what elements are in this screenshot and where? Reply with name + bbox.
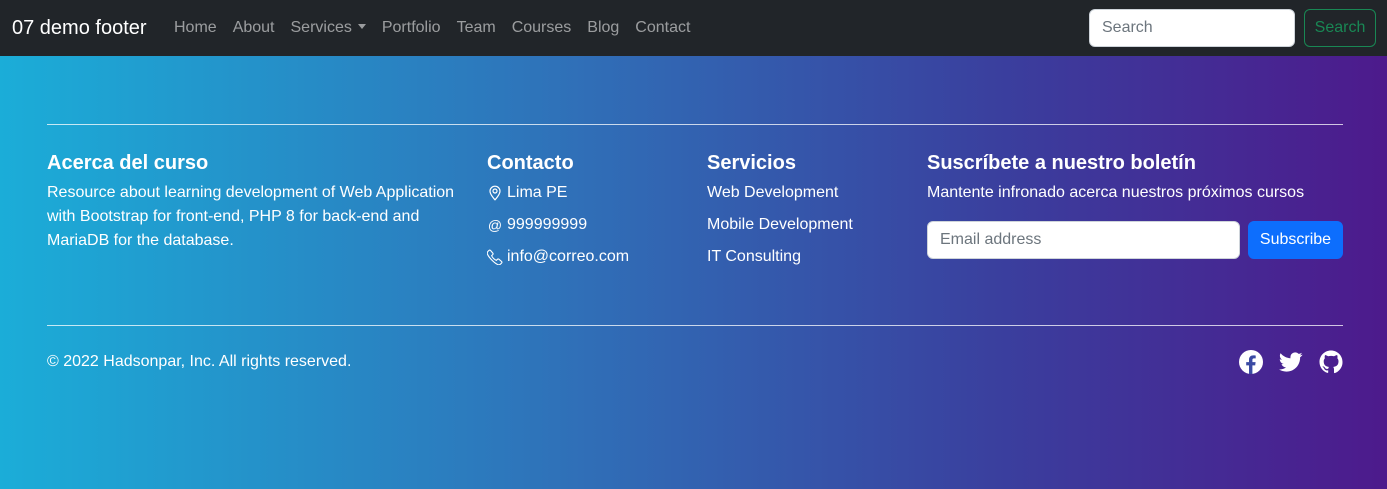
top-navbar: 07 demo footer Home About Services Portf… xyxy=(0,0,1387,56)
facebook-icon[interactable] xyxy=(1239,350,1263,374)
at-icon: @ xyxy=(487,217,503,233)
about-title: Acerca del curso xyxy=(47,152,209,174)
nav-link-home[interactable]: Home xyxy=(166,16,225,40)
caret-down-icon xyxy=(357,24,366,29)
about-text: Resource about learning development of W… xyxy=(47,184,455,249)
search-button[interactable]: Search xyxy=(1304,9,1376,47)
footer-bottom-divider xyxy=(47,325,1343,326)
nav-link-about[interactable]: About xyxy=(225,16,283,40)
nav-link-contact[interactable]: Contact xyxy=(627,16,698,40)
github-icon[interactable] xyxy=(1319,350,1343,374)
search-input[interactable] xyxy=(1089,9,1295,47)
nav-link-portfolio[interactable]: Portfolio xyxy=(374,16,449,40)
contact-location-text: Lima PE xyxy=(507,184,568,201)
geo-alt-icon xyxy=(487,185,503,201)
navbar-brand[interactable]: 07 demo footer xyxy=(12,15,147,41)
newsletter-text: Mantente infronado acerca nuestros próxi… xyxy=(927,184,1305,201)
nav-link-blog[interactable]: Blog xyxy=(579,16,627,40)
nav-link-team[interactable]: Team xyxy=(449,16,504,40)
service-link-consulting[interactable]: IT Consulting xyxy=(707,245,801,269)
services-title: Servicios xyxy=(707,152,796,174)
subscribe-button[interactable]: Subscribe xyxy=(1248,221,1343,259)
newsletter-title: Suscríbete a nuestro boletín xyxy=(927,152,1196,174)
service-link-mobile[interactable]: Mobile Development xyxy=(707,213,853,237)
nav-links: Home About Services Portfolio Team Cours… xyxy=(166,0,698,56)
newsletter-email-input[interactable] xyxy=(927,221,1240,259)
contact-location: Lima PE xyxy=(487,181,567,205)
contact-phone: @ 999999999 xyxy=(487,213,587,237)
contact-title: Contacto xyxy=(487,152,574,174)
nav-dropdown-services[interactable]: Services xyxy=(283,16,374,40)
nav-link-services-label: Services xyxy=(290,19,352,36)
nav-link-courses[interactable]: Courses xyxy=(504,16,580,40)
contact-phone-text: 999999999 xyxy=(507,216,588,233)
twitter-icon[interactable] xyxy=(1279,350,1303,374)
service-link-web[interactable]: Web Development xyxy=(707,181,838,205)
phone-icon xyxy=(487,249,503,265)
contact-email: info@correo.com xyxy=(487,245,629,269)
copyright-text: © 2022 Hadsonpar, Inc. All rights reserv… xyxy=(47,353,352,370)
contact-email-text: info@correo.com xyxy=(507,248,630,265)
footer-top-divider xyxy=(47,124,1343,125)
